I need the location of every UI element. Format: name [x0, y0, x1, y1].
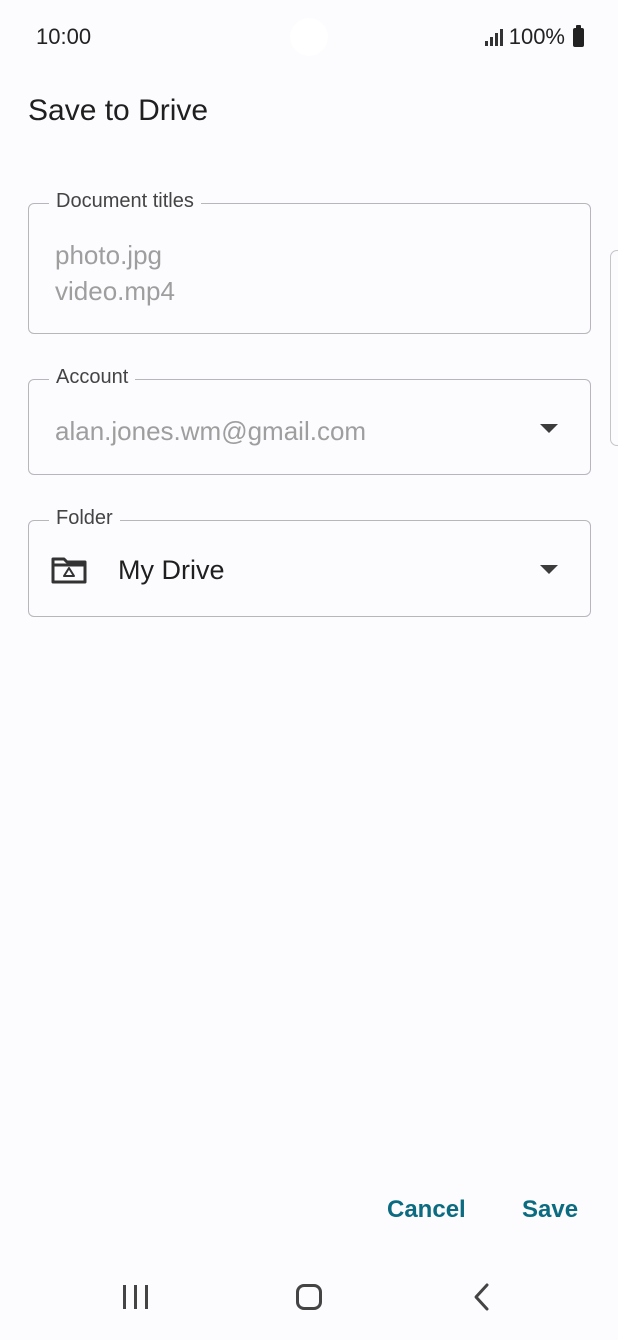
- recents-icon[interactable]: [123, 1285, 148, 1309]
- battery-icon: [573, 24, 584, 47]
- drive-folder-icon: [51, 557, 87, 584]
- folder-value: My Drive: [118, 555, 225, 585]
- folder-label: Folder: [49, 507, 120, 530]
- save-button[interactable]: Save: [522, 1196, 578, 1224]
- system-navigation-bar: [0, 1262, 618, 1340]
- front-camera-cutout: [290, 18, 328, 56]
- page-title: Save to Drive: [28, 94, 209, 127]
- side-panel-handle[interactable]: [610, 250, 618, 446]
- account-dropdown[interactable]: Account alan.jones.wm@gmail.com: [28, 366, 591, 475]
- home-icon[interactable]: [296, 1284, 322, 1310]
- dropdown-arrow-icon: [540, 565, 558, 574]
- cancel-button[interactable]: Cancel: [387, 1196, 466, 1224]
- signal-icon: [484, 28, 503, 46]
- dropdown-arrow-icon: [540, 424, 558, 433]
- status-indicators: 100%: [484, 24, 584, 50]
- account-value: alan.jones.wm@gmail.com: [55, 416, 367, 446]
- document-titles-field[interactable]: Document titles photo.jpg video.mp4: [28, 190, 591, 334]
- document-titles-label: Document titles: [49, 190, 201, 213]
- document-title-item: video.mp4: [55, 276, 175, 306]
- account-label: Account: [49, 366, 136, 389]
- back-icon[interactable]: [472, 1282, 492, 1312]
- battery-percentage: 100%: [508, 24, 565, 49]
- document-title-item: photo.jpg: [55, 240, 162, 270]
- status-bar: 10:00 100%: [0, 0, 618, 72]
- folder-dropdown[interactable]: Folder My Drive: [28, 507, 591, 617]
- status-time: 10:00: [36, 24, 92, 49]
